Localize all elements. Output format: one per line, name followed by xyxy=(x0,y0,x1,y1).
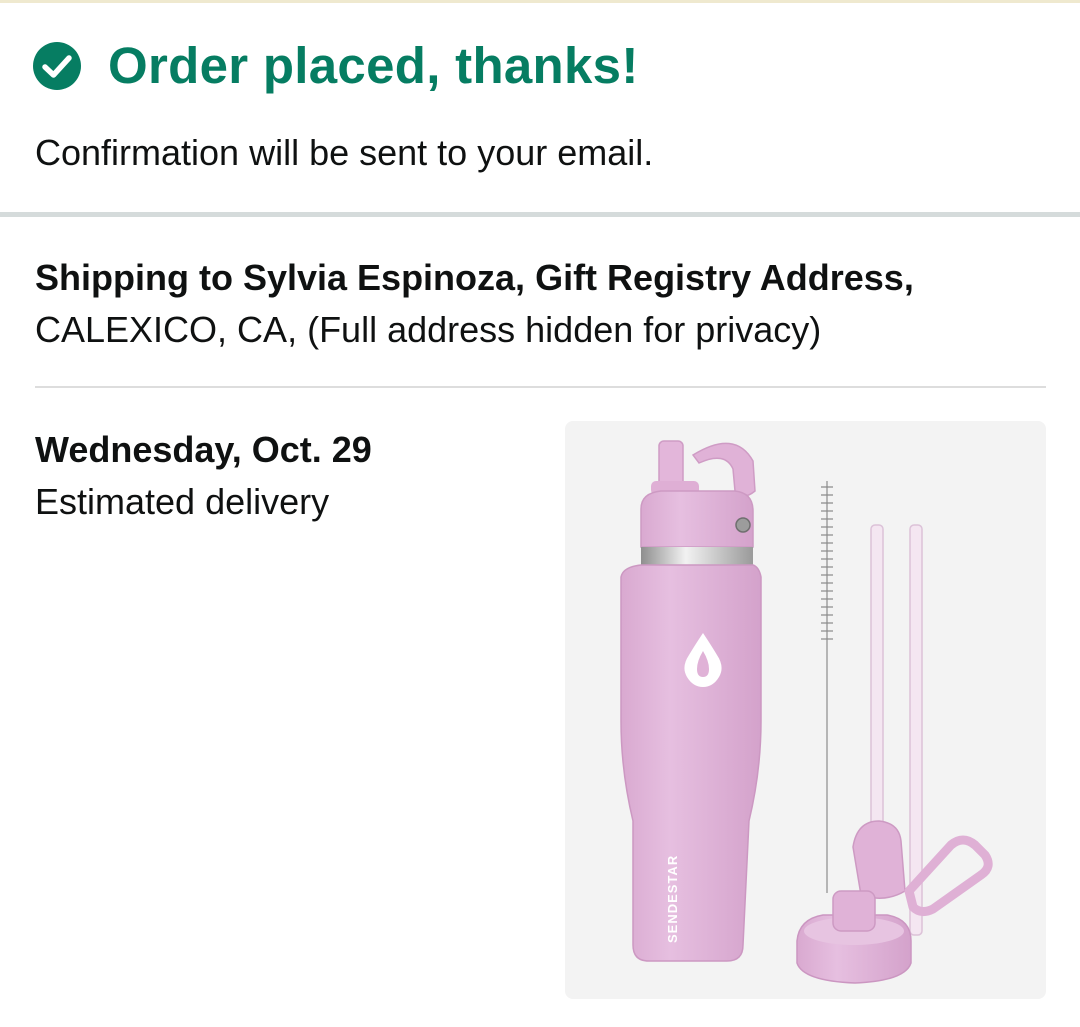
delivery-date: Wednesday, Oct. 29 xyxy=(35,429,372,470)
water-bottle-illustration: SENDESTAR xyxy=(620,440,993,984)
delivery-estimate: Wednesday, Oct. 29 Estimated delivery xyxy=(35,424,372,528)
check-circle-icon xyxy=(33,41,81,90)
shipping-address: Shipping to Sylvia Espinoza, Gift Regist… xyxy=(35,252,1065,356)
section-divider xyxy=(0,212,1080,217)
confirmation-subtitle: Confirmation will be sent to your email. xyxy=(35,132,654,173)
order-confirmation-page: Order placed, thanks! Confirmation will … xyxy=(0,0,1080,1027)
shipping-location: CALEXICO, CA, (Full address hidden for p… xyxy=(35,309,822,350)
delivery-label: Estimated delivery xyxy=(35,481,330,522)
order-placed-title: Order placed, thanks! xyxy=(108,37,639,94)
shipping-recipient: Shipping to Sylvia Espinoza, Gift Regist… xyxy=(35,257,914,298)
top-rule xyxy=(0,0,1080,3)
confirmation-header: Order placed, thanks! xyxy=(32,36,639,95)
product-image[interactable]: SENDESTAR xyxy=(565,421,1046,999)
divider xyxy=(35,386,1046,388)
brand-text: SENDESTAR xyxy=(665,855,680,943)
